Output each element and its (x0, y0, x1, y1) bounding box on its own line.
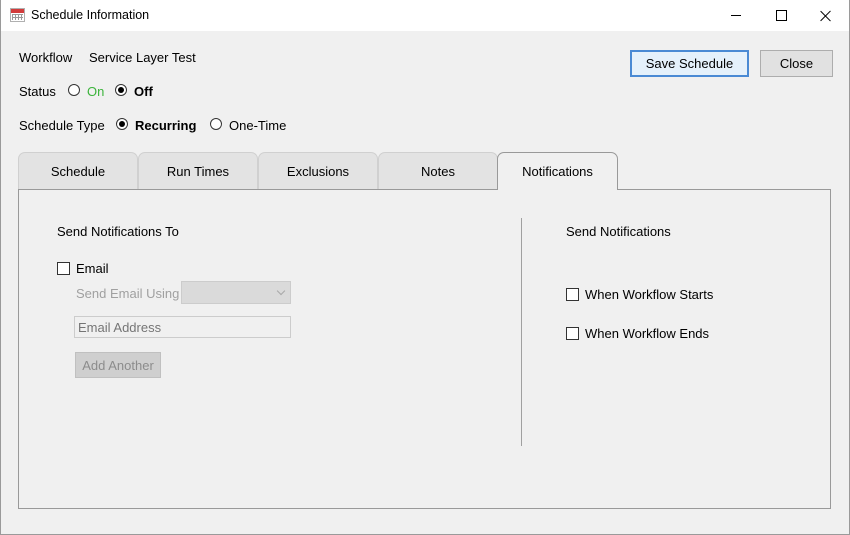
when-workflow-ends-checkbox[interactable] (566, 327, 579, 340)
chevron-down-icon (276, 286, 286, 296)
send-notifications-heading: Send Notifications (566, 224, 671, 239)
schedule-information-window: Schedule Information Workflow Service La… (0, 0, 850, 535)
calendar-icon (10, 8, 25, 22)
status-off-radio[interactable] (115, 84, 127, 96)
workflow-label: Workflow (19, 50, 73, 65)
tab-notifications[interactable]: Notifications (497, 152, 618, 190)
window-title: Schedule Information (31, 8, 150, 22)
minimize-button[interactable] (713, 0, 759, 31)
close-window-button[interactable] (803, 0, 849, 31)
send-email-using-label: Send Email Using (76, 286, 180, 301)
email-address-input[interactable] (74, 316, 291, 338)
title-bar: Schedule Information (1, 0, 849, 31)
send-email-using-select[interactable] (181, 281, 291, 304)
when-workflow-starts-checkbox[interactable] (566, 288, 579, 301)
tab-run-times[interactable]: Run Times (138, 152, 258, 189)
schedule-type-label: Schedule Type (19, 118, 105, 133)
one-time-radio[interactable] (210, 118, 222, 130)
minimize-icon (731, 15, 741, 16)
close-icon (820, 10, 832, 22)
when-workflow-ends-label: When Workflow Ends (585, 326, 710, 341)
status-label: Status (19, 84, 56, 99)
tab-schedule[interactable]: Schedule (18, 152, 138, 189)
one-time-label: One-Time (229, 118, 287, 133)
maximize-icon (775, 10, 787, 21)
maximize-button[interactable] (758, 0, 804, 31)
status-off-label: Off (134, 84, 153, 99)
column-divider (521, 218, 522, 446)
send-notifications-to-heading: Send Notifications To (57, 224, 179, 239)
email-checkbox[interactable] (57, 262, 70, 275)
close-button[interactable]: Close (760, 50, 833, 77)
status-on-label: On (87, 84, 105, 99)
status-on-radio[interactable] (68, 84, 80, 96)
add-another-button[interactable]: Add Another (75, 352, 161, 378)
recurring-radio[interactable] (116, 118, 128, 130)
save-schedule-button[interactable]: Save Schedule (630, 50, 749, 77)
workflow-value: Service Layer Test (89, 50, 196, 65)
recurring-label: Recurring (135, 118, 197, 133)
email-label: Email (76, 261, 109, 276)
tab-exclusions[interactable]: Exclusions (258, 152, 378, 189)
tab-notes[interactable]: Notes (378, 152, 498, 189)
when-workflow-starts-label: When Workflow Starts (585, 287, 714, 302)
